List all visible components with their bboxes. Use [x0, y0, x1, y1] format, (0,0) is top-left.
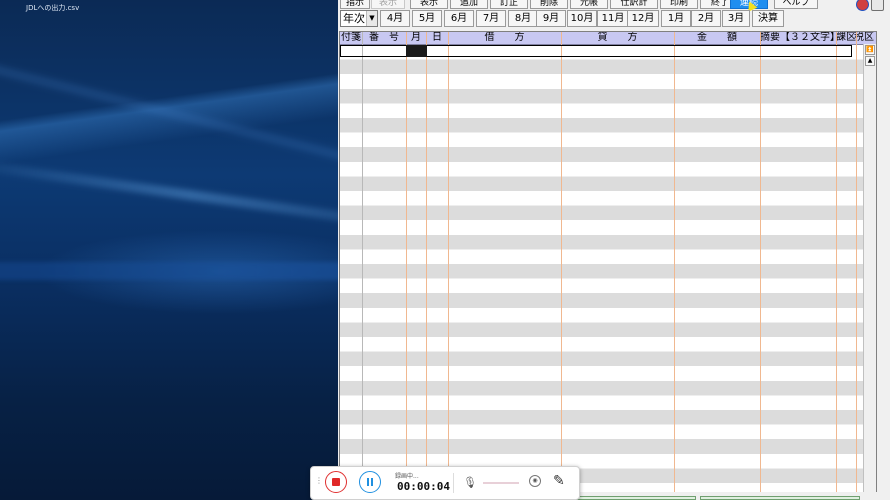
- recording-status: 録画中...: [395, 473, 419, 480]
- stop-recording-button[interactable]: [325, 471, 347, 493]
- cmd-print-button[interactable]: 印刷: [660, 0, 698, 9]
- column-divider: [760, 32, 761, 499]
- pause-recording-button[interactable]: [359, 471, 381, 493]
- cmd-help-button[interactable]: ヘルプ: [774, 0, 818, 9]
- vertical-scrollbar[interactable]: ⏫ ▲: [863, 44, 876, 499]
- cmd-display-disabled-button: 表示: [371, 0, 405, 9]
- command-toolbar: 指示 表示 表示 追加 訂正 削除 元帳 仕訳計 印刷 終了 連続 ヘルプ: [338, 0, 890, 12]
- desktop-file-label[interactable]: JDLへの出力.csv: [26, 3, 79, 13]
- month-button-jun[interactable]: 6月: [444, 10, 474, 27]
- month-button-dec[interactable]: 12月: [627, 10, 659, 27]
- col-header-day[interactable]: 日: [426, 32, 448, 44]
- cmd-add-button[interactable]: 追加: [450, 0, 488, 9]
- col-header-tax-type[interactable]: 税区: [854, 32, 874, 44]
- col-header-tax-cat[interactable]: 課区: [836, 32, 856, 44]
- cmd-delete-button[interactable]: 削除: [530, 0, 568, 9]
- scroll-top-button[interactable]: ⏫: [865, 45, 875, 55]
- chevron-down-icon[interactable]: ▼: [366, 11, 377, 26]
- wallpaper-beam: [0, 59, 338, 167]
- screen-recorder-widget: ⋮ 録画中... 00:00:04 🎙 ◉ ✎: [310, 466, 580, 500]
- period-type-select[interactable]: 年次 ▼: [340, 10, 378, 27]
- column-divider: [674, 32, 675, 499]
- cmd-shiji-button[interactable]: 指示: [340, 0, 370, 9]
- microphone-muted-icon[interactable]: 🎙: [463, 476, 477, 489]
- col-header-memo[interactable]: 摘要【３２文字】: [760, 32, 838, 44]
- month-button-oct[interactable]: 10月: [567, 10, 597, 27]
- column-divider: [362, 32, 363, 499]
- col-header-amount[interactable]: 金 額: [674, 32, 760, 44]
- desktop-wallpaper: JDLへの出力.csv: [0, 0, 338, 500]
- cmd-edit-button[interactable]: 訂正: [490, 0, 528, 9]
- wallpaper-beam: [0, 262, 338, 280]
- journal-grid[interactable]: 付箋 番 号 月 日 借 方 貸 方 金 額 摘要【３２文字】 課区 税区 ⏫ …: [339, 31, 877, 500]
- divider: [453, 473, 454, 493]
- scroll-up-button[interactable]: ▲: [865, 56, 875, 66]
- month-button-sep[interactable]: 9月: [536, 10, 566, 27]
- col-header-debit[interactable]: 借 方: [448, 32, 561, 44]
- credit-total-box: [700, 496, 860, 500]
- cmd-ledger-button[interactable]: 元帳: [570, 0, 608, 9]
- column-divider: [426, 32, 427, 499]
- col-header-sticky[interactable]: 付箋: [340, 32, 362, 44]
- accounting-app-window: 指示 表示 表示 追加 訂正 削除 元帳 仕訳計 印刷 終了 連続 ヘルプ 年次…: [338, 0, 890, 500]
- month-button-apr[interactable]: 4月: [380, 10, 410, 27]
- month-button-jul[interactable]: 7月: [476, 10, 506, 27]
- column-divider: [406, 32, 407, 499]
- webcam-icon[interactable]: ◉: [529, 475, 541, 487]
- column-divider: [836, 32, 837, 499]
- pen-annotate-icon[interactable]: ✎: [553, 473, 565, 489]
- closing-button[interactable]: 決算: [752, 10, 784, 27]
- month-button-may[interactable]: 5月: [412, 10, 442, 27]
- cmd-journal-total-button[interactable]: 仕訳計: [610, 0, 658, 9]
- month-button-mar[interactable]: 3月: [722, 10, 750, 27]
- audio-level-meter: [483, 482, 519, 484]
- wallpaper-beam: [0, 160, 338, 230]
- month-button-aug[interactable]: 8月: [508, 10, 538, 27]
- column-divider: [561, 32, 562, 499]
- selected-cell-month[interactable]: [406, 45, 427, 57]
- cmd-display-button[interactable]: 表示: [410, 0, 448, 9]
- month-button-jan[interactable]: 1月: [661, 10, 691, 27]
- col-header-number[interactable]: 番 号: [362, 32, 406, 44]
- drag-handle-icon[interactable]: ⋮: [315, 477, 323, 485]
- period-type-value: 年次: [343, 12, 365, 25]
- month-button-feb[interactable]: 2月: [691, 10, 721, 27]
- column-divider: [856, 32, 857, 499]
- column-divider: [448, 32, 449, 499]
- col-header-month[interactable]: 月: [406, 32, 426, 44]
- grid-header: 付箋 番 号 月 日 借 方 貸 方 金 額 摘要【３２文字】 課区 税区: [340, 32, 876, 45]
- period-toolbar: 年次 ▼ 4月 5月 6月 7月 8月 9月 10月 11月 12月 1月 2月…: [338, 10, 890, 28]
- col-header-credit[interactable]: 貸 方: [561, 32, 674, 44]
- month-button-nov[interactable]: 11月: [597, 10, 629, 27]
- grid-rows[interactable]: [340, 45, 876, 499]
- recording-timer: 00:00:04: [397, 480, 450, 493]
